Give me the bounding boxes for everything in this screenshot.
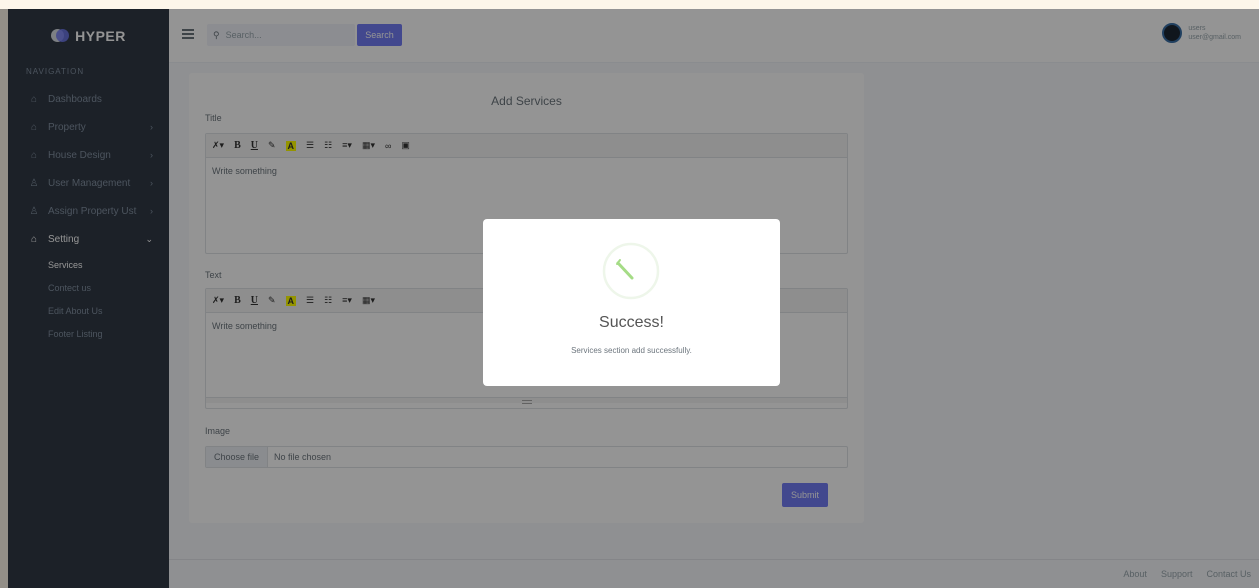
modal-message: Services section add successfully.: [571, 346, 692, 355]
success-check-icon: [602, 242, 660, 300]
success-modal: Success! Services section add successful…: [483, 219, 780, 386]
modal-title: Success!: [599, 314, 664, 331]
top-strip-overlay: [0, 0, 1259, 9]
